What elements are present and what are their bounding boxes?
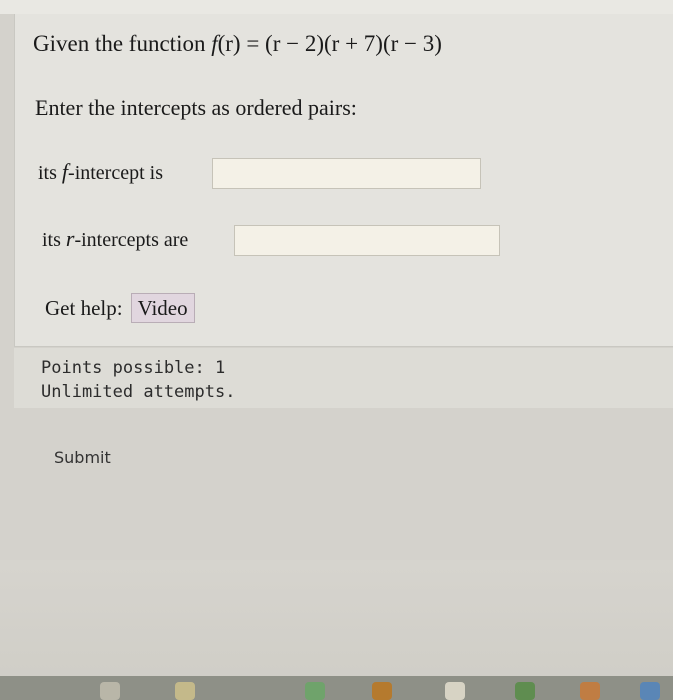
app-icon[interactable] (305, 682, 325, 700)
word-icon[interactable] (640, 682, 660, 700)
attempts-info: Unlimited attempts. (41, 382, 236, 402)
video-help-button[interactable]: Video (130, 293, 195, 323)
app-icon[interactable] (515, 682, 535, 700)
help-row: Get help: Video (45, 293, 195, 323)
help-label: Get help: (45, 295, 123, 320)
function-prefix: Given the function (33, 31, 212, 56)
app-icon[interactable] (372, 682, 392, 700)
powerpoint-icon[interactable] (580, 682, 600, 700)
submit-button[interactable]: Submit (54, 448, 111, 467)
instruction-text: Enter the intercepts as ordered pairs: (35, 95, 357, 120)
points-possible: Points possible: 1 (41, 358, 226, 378)
r-intercept-label: its r-intercepts are (42, 226, 189, 251)
folder-icon[interactable] (175, 682, 195, 700)
question-title: Given the function f(r) = (r − 2)(r + 7)… (33, 31, 442, 57)
f-intercept-label: its f-intercept is (38, 159, 163, 184)
question-info: Points possible: 1 Unlimited attempts. (14, 348, 673, 408)
question-panel: Given the function f(r) = (r − 2)(r + 7)… (14, 14, 673, 347)
f-intercept-input[interactable] (212, 158, 481, 189)
function-expression: (r) = (r − 2)(r + 7)(r − 3) (217, 31, 442, 56)
app-icon[interactable] (445, 682, 465, 700)
taskbar-app-icon[interactable] (100, 682, 120, 700)
r-intercepts-input[interactable] (234, 225, 500, 256)
screen-top-edge (0, 0, 673, 14)
